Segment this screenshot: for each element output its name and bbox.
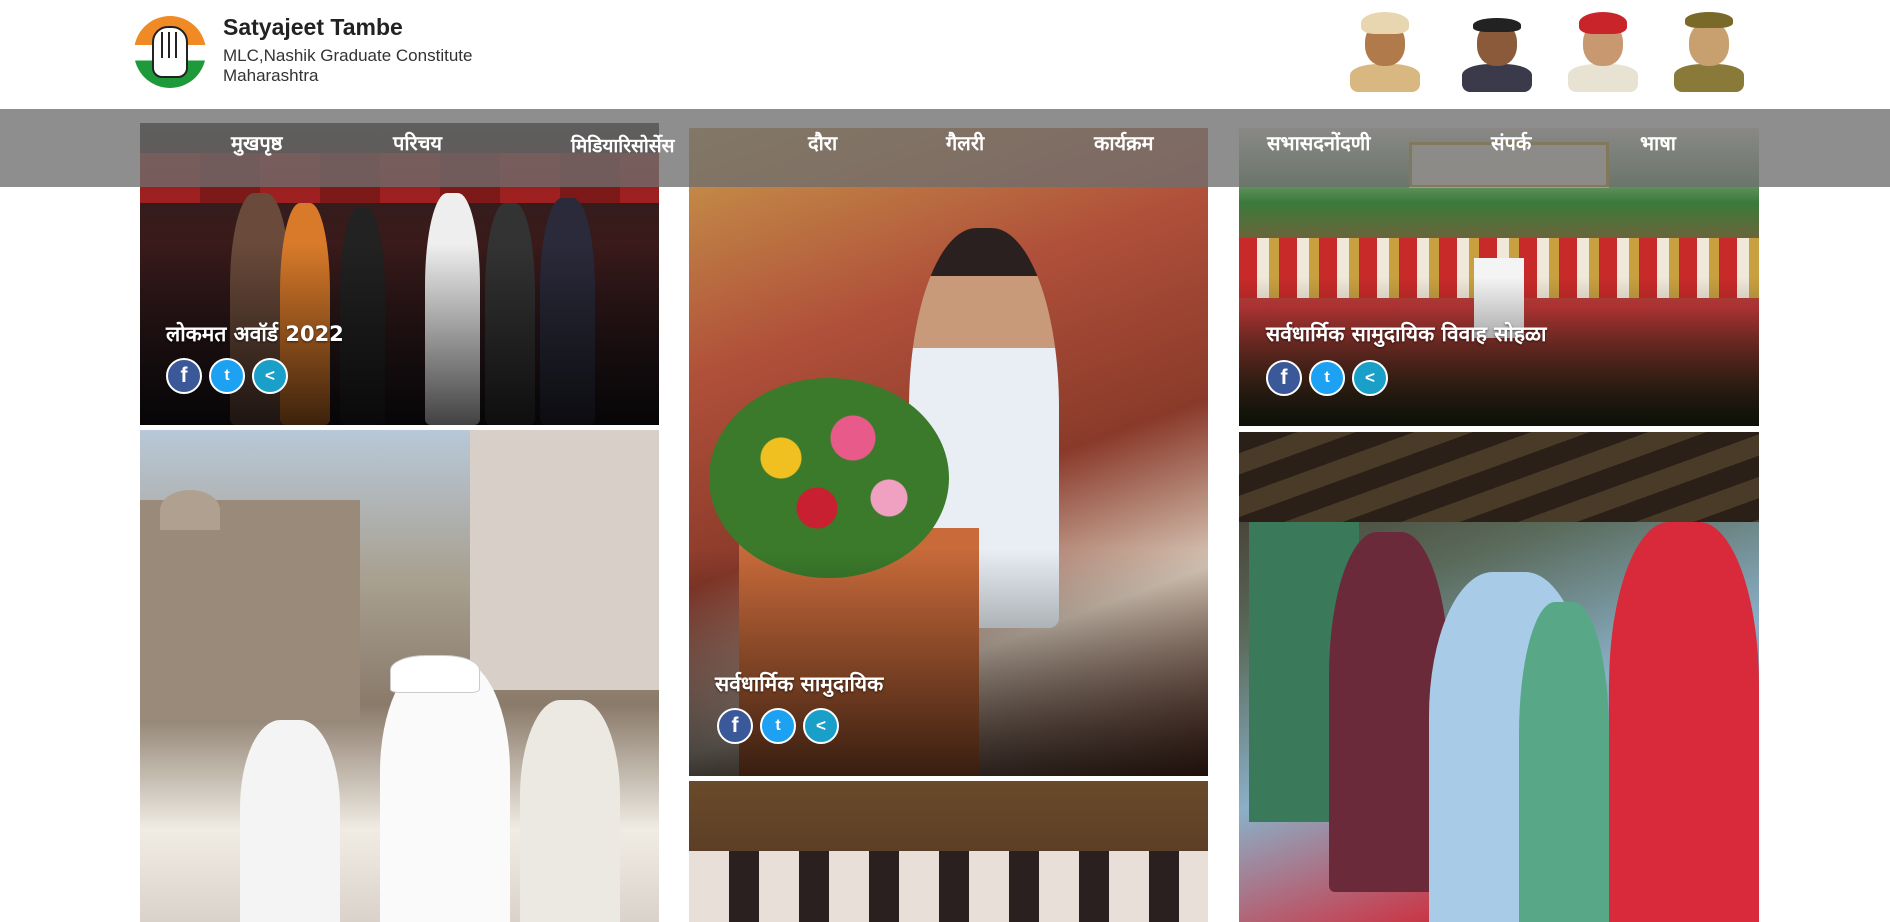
nav-media-resources[interactable]: मिडियारिसोर्सेस — [571, 132, 674, 158]
nav-tour[interactable]: दौरा — [808, 129, 837, 156]
share-buttons: f t < — [1266, 360, 1388, 396]
facebook-icon[interactable]: f — [166, 358, 202, 394]
share-icon[interactable]: < — [252, 358, 288, 394]
dome — [160, 490, 220, 530]
site-subtitle-state: Maharashtra — [223, 66, 319, 85]
nav-contact[interactable]: संपर्क — [1491, 129, 1531, 156]
gallery-tile-street-walk[interactable] — [140, 430, 659, 922]
share-icon[interactable]: < — [1352, 360, 1388, 396]
portrait-bose — [1670, 8, 1748, 92]
site-header: Satyajeet Tambe MLC,Nashik Graduate Cons… — [0, 0, 1890, 110]
nav-home[interactable]: मुखपृष्ठ — [231, 129, 282, 156]
congress-hand-logo-icon[interactable] — [134, 16, 206, 88]
facebook-icon[interactable]: f — [1266, 360, 1302, 396]
share-icon[interactable]: < — [803, 708, 839, 744]
person-figure — [380, 660, 510, 922]
share-buttons: f t < — [166, 358, 288, 394]
nav-introduction[interactable]: परिचय — [393, 129, 442, 156]
nav-language[interactable]: भाषा — [1640, 129, 1676, 156]
portrait-phule — [1564, 8, 1642, 92]
roof — [1239, 432, 1759, 522]
person-figure — [1609, 522, 1759, 922]
site-subtitle: MLC,Nashik Graduate Constitute — [223, 46, 473, 65]
facebook-icon[interactable]: f — [717, 708, 753, 744]
twitter-icon[interactable]: t — [760, 708, 796, 744]
tile-caption: सर्वधार्मिक सामुदायिक — [715, 672, 884, 696]
gandhi-cap — [390, 655, 480, 693]
person-figure — [520, 700, 620, 922]
gallery-tile-child-visit[interactable] — [1239, 432, 1759, 922]
person-figure — [240, 720, 340, 922]
nav-gallery[interactable]: गैलरी — [946, 129, 984, 156]
nav-programs[interactable]: कार्यक्रम — [1094, 129, 1153, 156]
flower-bouquet — [709, 378, 949, 578]
nav-membership-registration[interactable]: सभासदनोंदणी — [1267, 129, 1370, 156]
portrait-shivaji-maharaj — [1346, 8, 1424, 92]
audience — [689, 851, 1208, 922]
twitter-icon[interactable]: t — [1309, 360, 1345, 396]
twitter-icon[interactable]: t — [209, 358, 245, 394]
tile-caption: लोकमत अवॉर्ड 2022 — [166, 322, 344, 346]
portrait-ambedkar — [1458, 8, 1536, 92]
share-buttons: f t < — [717, 708, 839, 744]
building — [140, 500, 360, 720]
person-figure — [1519, 602, 1609, 922]
building — [470, 430, 659, 690]
tile-caption: सर्वधार्मिक सामुदायिक विवाह सोहळा — [1266, 322, 1547, 346]
caption-gradient — [1239, 277, 1759, 426]
gallery-tile-speech[interactable]: सर्वधार्मिक सामुदायिक f t < — [689, 128, 1208, 776]
main-navigation: मुखपृष्ठ परिचय मिडियारिसोर्सेस दौरा गैलर… — [0, 109, 1890, 187]
site-title[interactable]: Satyajeet Tambe — [223, 14, 403, 41]
gallery-tile-hall-event[interactable] — [689, 781, 1208, 922]
